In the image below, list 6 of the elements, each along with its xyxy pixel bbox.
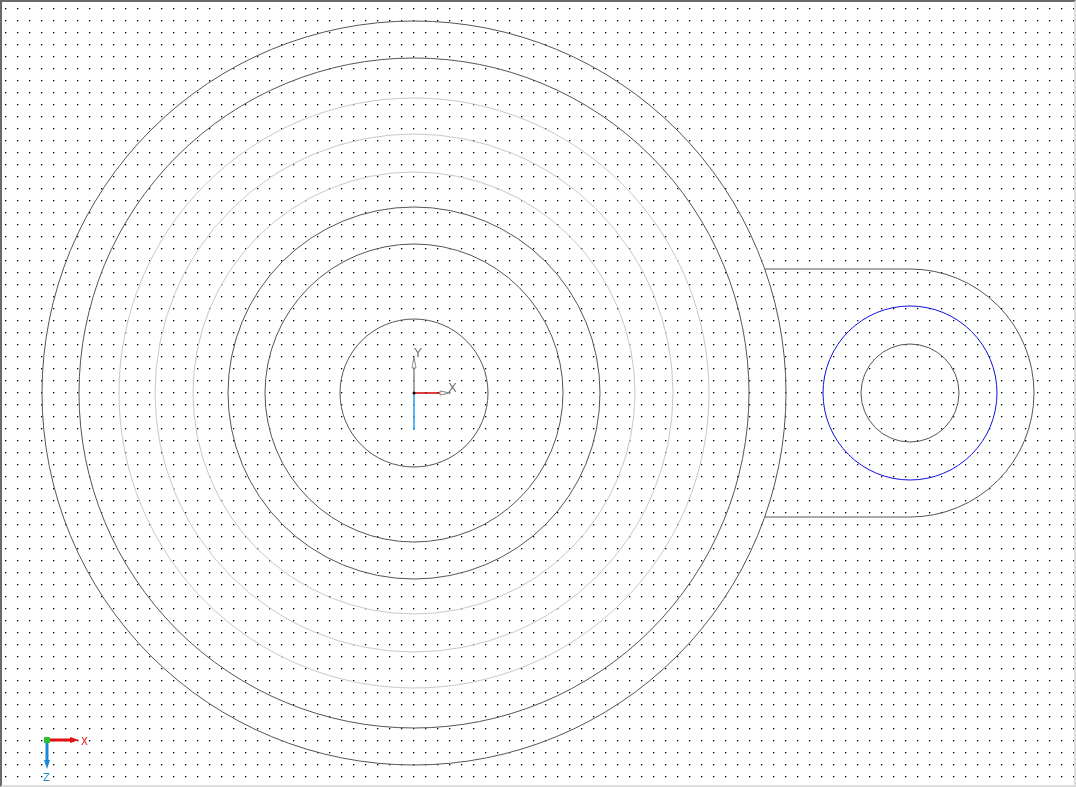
view-triad-icon (44, 737, 79, 769)
y-axis-label: Y (414, 345, 422, 360)
x-axis-label: X (448, 380, 457, 395)
triad-z-label: Z (43, 772, 50, 783)
drawing-viewport[interactable]: Y X X Z (0, 0, 1076, 787)
triad-x-label: X (81, 736, 88, 747)
